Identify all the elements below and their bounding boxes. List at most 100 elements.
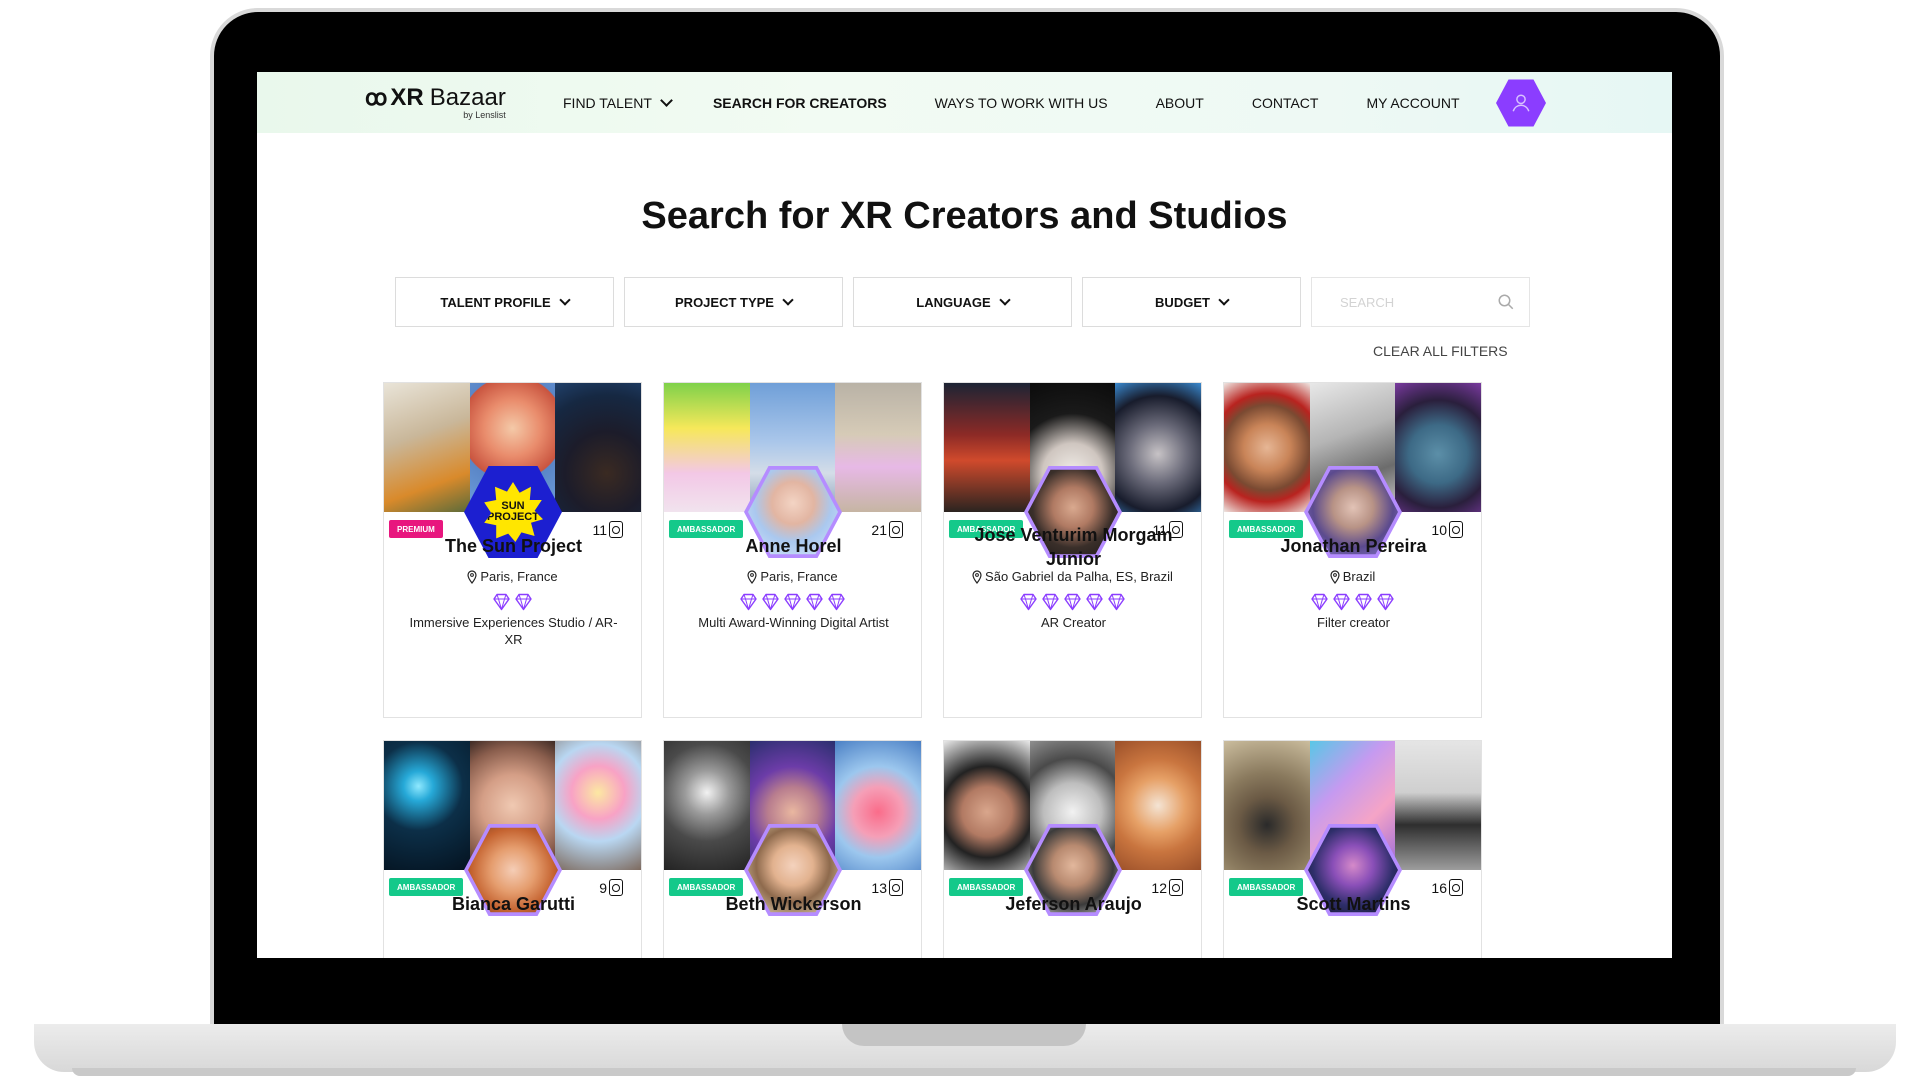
brand-subtitle: by Lenslist — [463, 110, 506, 120]
gem-icon — [1333, 593, 1350, 611]
creator-name[interactable]: The Sun Project — [394, 534, 633, 558]
creator-description: Immersive Experiences Studio / AR-XR — [409, 615, 618, 647]
gem-icon — [1086, 593, 1103, 611]
creator-location: São Gabriel da Palha, ES, Brazil — [944, 569, 1201, 584]
creator-name[interactable]: Bianca Garutti — [394, 892, 633, 916]
location-pin-icon — [467, 569, 477, 584]
nav-contact-label: CONTACT — [1251, 94, 1319, 111]
gem-icon — [1064, 593, 1081, 611]
filter-language-label: LANGUAGE — [916, 294, 991, 310]
creator-card[interactable]: AMBASSADOR 10 Jonathan Pereira Brazil Fi… — [1223, 382, 1482, 718]
chevron-down-icon — [999, 293, 1011, 306]
portfolio-thumbnail — [835, 383, 921, 512]
portfolio-thumbnail — [384, 741, 470, 870]
nav-my-account-label: MY ACCOUNT — [1366, 94, 1460, 111]
portfolio-thumbnail — [664, 741, 750, 870]
gem-icon — [515, 593, 532, 611]
gem-icon — [784, 593, 801, 611]
nav-ways-to-work-label: WAYS TO WORK WITH US — [934, 94, 1108, 111]
chevron-down-icon — [558, 293, 571, 306]
rating-gems — [944, 593, 1201, 611]
rating-gems — [664, 593, 921, 611]
main-nav: FIND TALENT SEARCH FOR CREATORS WAYS TO … — [563, 72, 1460, 133]
filter-talent-profile-label: TALENT PROFILE — [440, 294, 551, 310]
filter-language[interactable]: LANGUAGE — [853, 277, 1072, 327]
portfolio-thumbnail — [555, 741, 641, 870]
nav-my-account[interactable]: MY ACCOUNT — [1366, 95, 1459, 111]
location-pin-icon — [1330, 569, 1340, 584]
creator-location-text: Brazil — [1342, 569, 1376, 584]
creator-location-text: São Gabriel da Palha, ES, Brazil — [985, 569, 1173, 584]
creator-name[interactable]: Beth Wickerson — [674, 892, 913, 916]
portfolio-thumbnail — [1115, 741, 1201, 870]
nav-about-label: ABOUT — [1155, 94, 1204, 111]
chevron-down-icon — [660, 93, 673, 107]
creator-location: Brazil — [1224, 569, 1481, 584]
creator-name[interactable]: Jonathan Pereira — [1234, 534, 1473, 558]
gem-icon — [1020, 593, 1037, 611]
creator-location-text: Paris, France — [760, 569, 838, 584]
portfolio-thumbnail — [1224, 383, 1310, 512]
nav-ways-to-work[interactable]: WAYS TO WORK WITH US — [935, 95, 1108, 111]
search-input[interactable] — [1340, 294, 1480, 310]
creator-name[interactable]: Jeferson Araujo — [954, 892, 1193, 916]
filter-budget[interactable]: BUDGET — [1082, 277, 1301, 327]
chevron-down-icon — [1218, 293, 1230, 306]
portfolio-thumbnail — [384, 383, 470, 512]
location-pin-icon — [972, 569, 982, 584]
gem-icon — [828, 593, 845, 611]
creator-card[interactable]: AMBASSADOR 12 Jeferson Araujo — [943, 740, 1202, 958]
filter-budget-label: BUDGET — [1155, 294, 1210, 310]
filter-project-type-label: PROJECT TYPE — [675, 294, 774, 310]
rating-gems — [1224, 593, 1481, 611]
laptop-base-shadow — [72, 1068, 1856, 1076]
creator-location: Paris, France — [384, 569, 641, 584]
nav-find-talent[interactable]: FIND TALENT — [563, 93, 673, 111]
gem-icon — [1108, 593, 1125, 611]
rating-gems — [384, 593, 641, 611]
location-pin-icon — [747, 569, 757, 584]
sun-project-logo: SUN PROJECT — [484, 482, 543, 542]
creator-location: Paris, France — [664, 569, 921, 584]
browser-screen: ꝏ XR Bazaar by Lenslist FIND TALENT SEAR… — [257, 72, 1672, 958]
creator-card[interactable]: AMBASSADOR 21 Anne Horel Paris, France M… — [663, 382, 922, 718]
page-title: Search for XR Creators and Studios — [641, 195, 1288, 237]
gem-icon — [740, 593, 757, 611]
gem-icon — [806, 593, 823, 611]
portfolio-thumbnail — [1395, 383, 1481, 512]
search-box — [1311, 277, 1530, 327]
nav-contact[interactable]: CONTACT — [1252, 95, 1319, 111]
creator-card[interactable]: AMBASSADOR 16 Scott Martins — [1223, 740, 1482, 958]
nav-search-for-creators[interactable]: SEARCH FOR CREATORS — [713, 95, 887, 111]
nav-about[interactable]: ABOUT — [1156, 95, 1204, 111]
brand-logo[interactable]: ꝏ XR Bazaar by Lenslist — [365, 84, 506, 120]
creator-name[interactable]: Anne Horel — [674, 534, 913, 558]
creator-card[interactable]: SUN PROJECT PREMIUM 11 The Sun Project P… — [383, 382, 642, 718]
creator-name[interactable]: Scott Martins — [1234, 892, 1473, 916]
gem-icon — [762, 593, 779, 611]
creator-description: Multi Award-Winning Digital Artist — [698, 615, 889, 630]
creator-location-text: Paris, France — [480, 569, 558, 584]
infinity-logo-icon: ꝏ — [365, 85, 387, 110]
gem-icon — [1355, 593, 1372, 611]
filter-talent-profile[interactable]: TALENT PROFILE — [395, 277, 614, 327]
creator-name[interactable]: Jose Venturim Morgam Junior — [954, 523, 1193, 571]
filter-project-type[interactable]: PROJECT TYPE — [624, 277, 843, 327]
creator-card[interactable]: AMBASSADOR 13 Beth Wickerson — [663, 740, 922, 958]
chevron-down-icon — [782, 293, 794, 306]
account-avatar-button[interactable] — [1496, 79, 1546, 127]
brand-name: Bazaar — [429, 84, 506, 111]
brand-xr: XR — [390, 84, 424, 111]
laptop-notch — [842, 1024, 1086, 1046]
search-icon[interactable] — [1497, 293, 1515, 311]
portfolio-thumbnail — [835, 741, 921, 870]
creator-card[interactable]: AMBASSADOR 9 Bianca Garutti — [383, 740, 642, 958]
user-icon — [1512, 94, 1530, 112]
nav-search-for-creators-label: SEARCH FOR CREATORS — [712, 94, 887, 111]
portfolio-thumbnail — [1115, 383, 1201, 512]
nav-find-talent-label: FIND TALENT — [563, 94, 652, 111]
clear-all-filters-link[interactable]: CLEAR ALL FILTERS — [1373, 343, 1508, 359]
portfolio-thumbnail — [1395, 741, 1481, 870]
creator-card[interactable]: AMBASSADOR 11 Jose Venturim Morgam Junio… — [943, 382, 1202, 718]
gem-icon — [1042, 593, 1059, 611]
